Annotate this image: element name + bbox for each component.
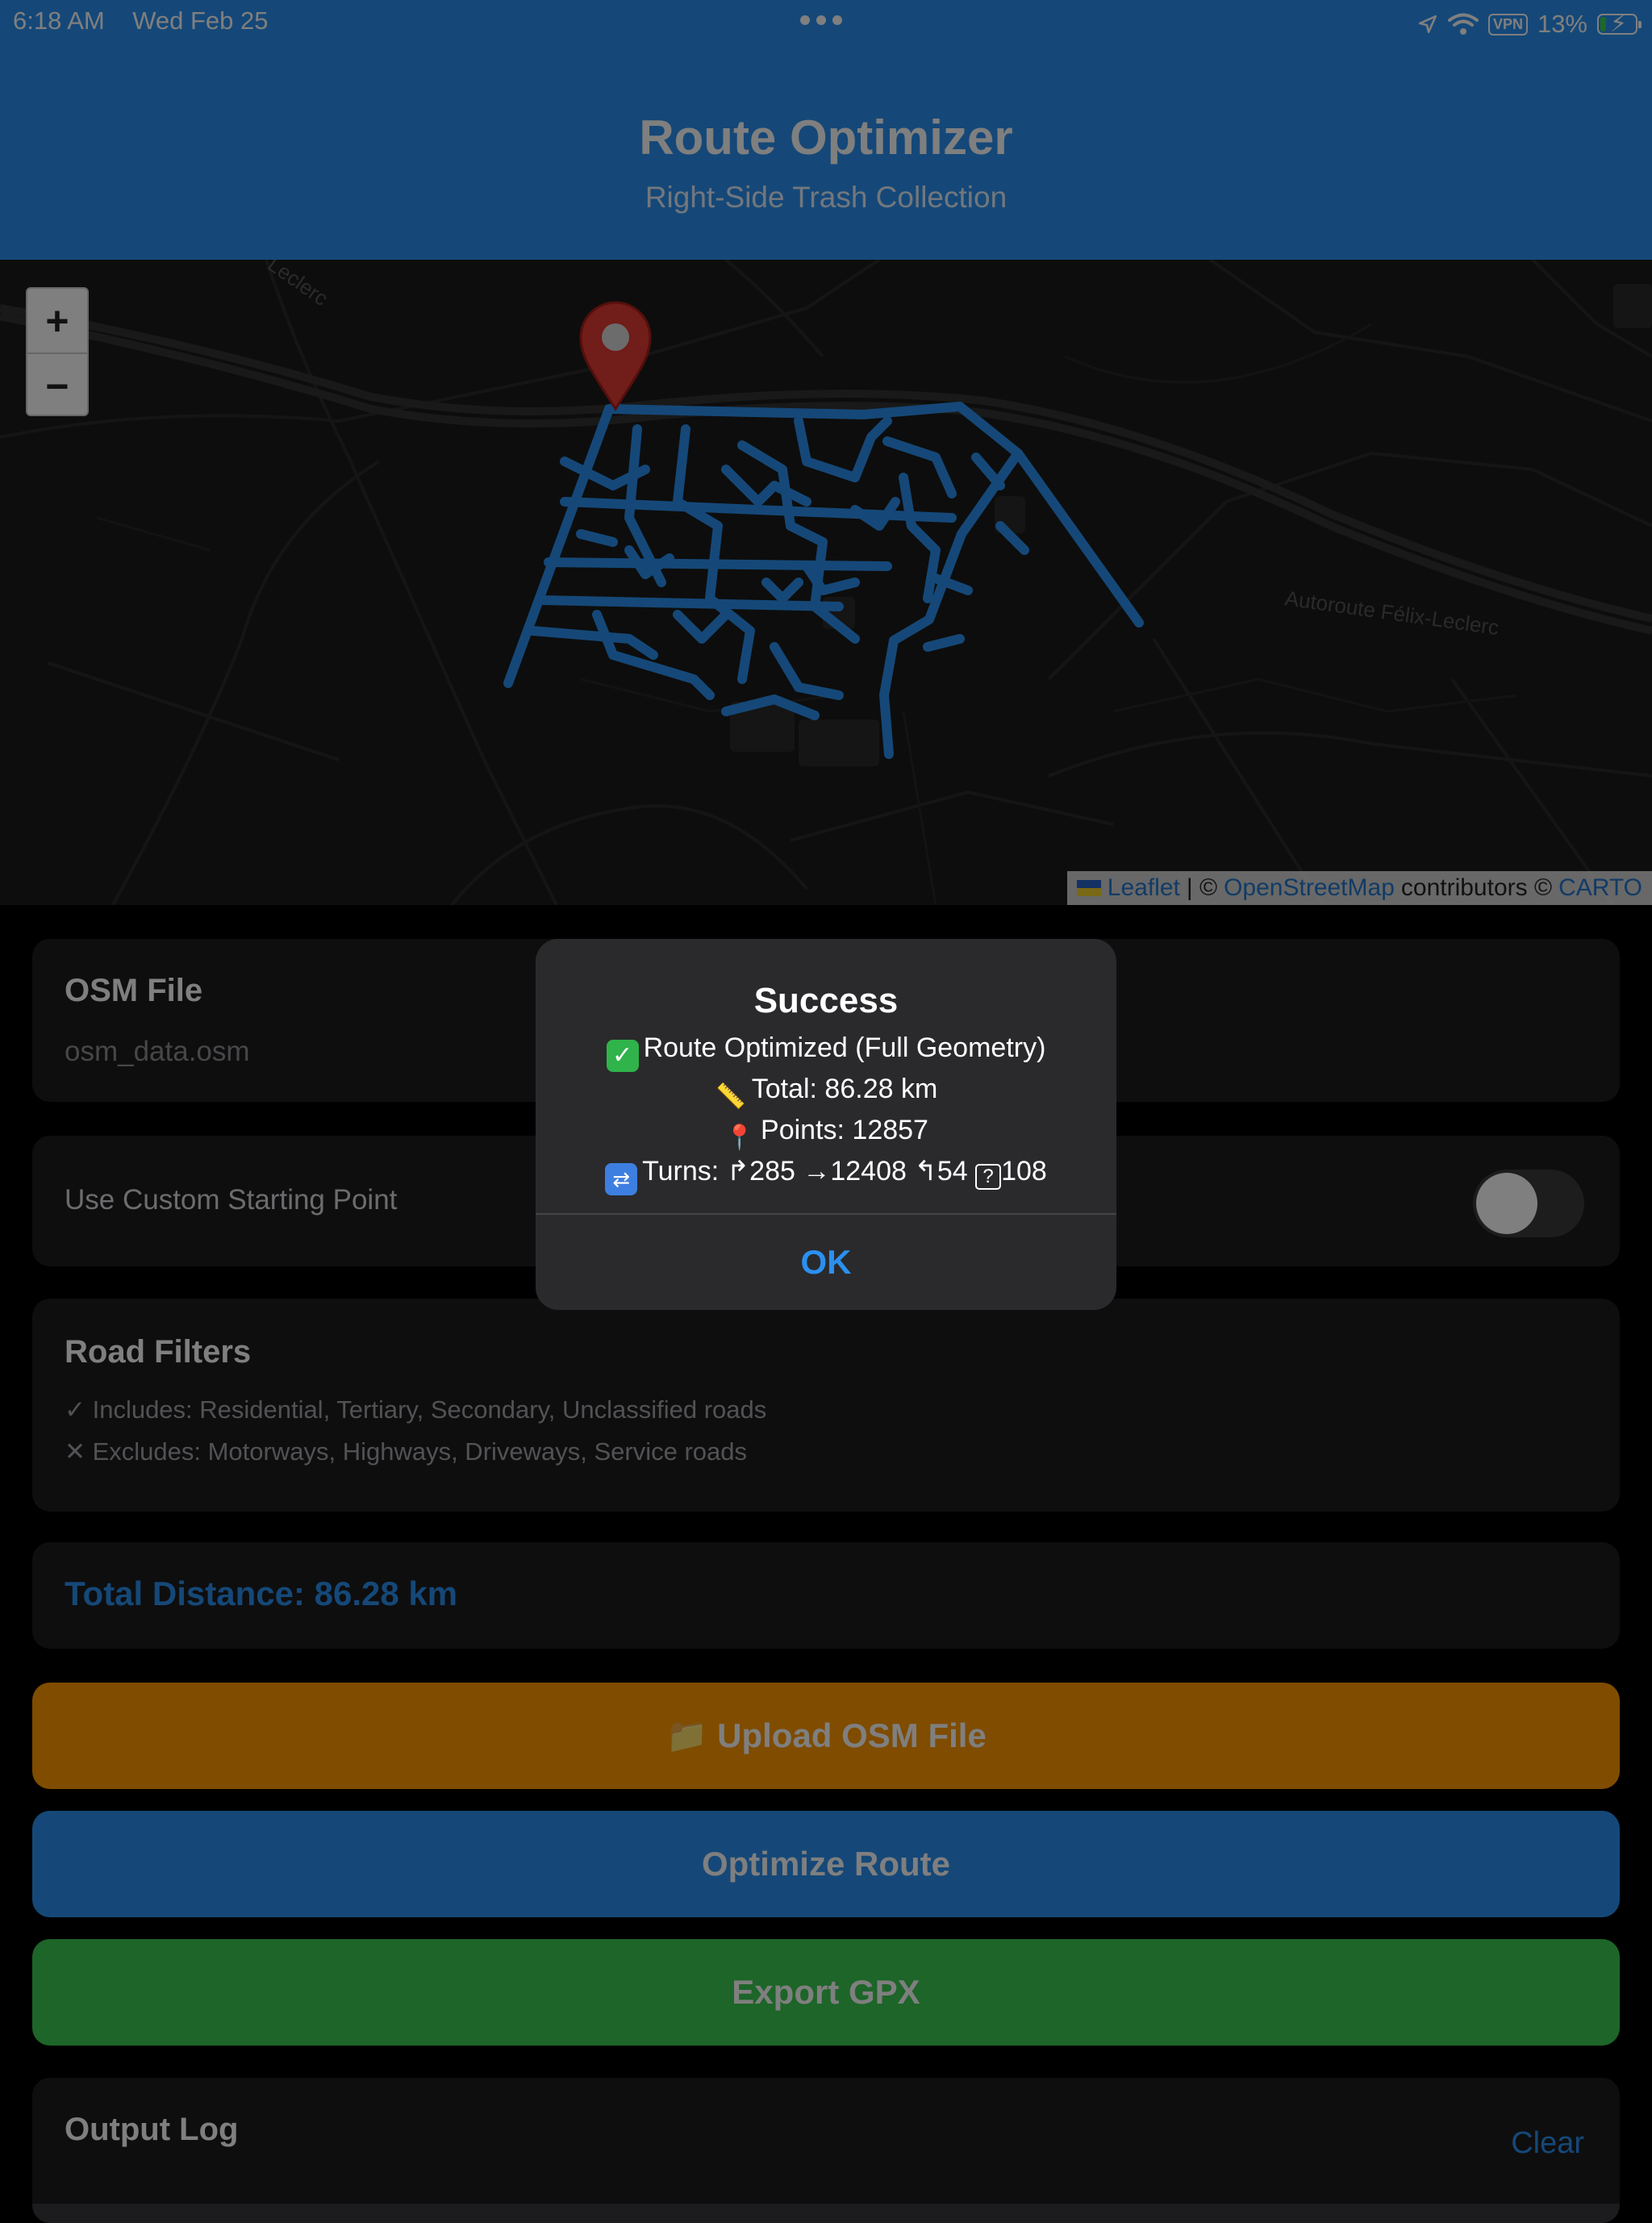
unknown-glyph-icon: ?	[975, 1164, 1002, 1190]
alert-ok-button[interactable]: OK	[536, 1215, 1116, 1310]
success-alert: Success ✓ Route Optimized (Full Geometry)…	[536, 939, 1116, 1310]
alert-message: ✓ Route Optimized (Full Geometry) 📏 Total:…	[536, 1031, 1116, 1195]
ruler-icon: 📏	[715, 1083, 746, 1110]
shuffle-icon: ⇄	[605, 1163, 638, 1195]
check-mark-icon: ✓	[606, 1040, 639, 1072]
pin-icon: 📍	[724, 1124, 755, 1151]
alert-title: Success	[753, 981, 899, 1020]
